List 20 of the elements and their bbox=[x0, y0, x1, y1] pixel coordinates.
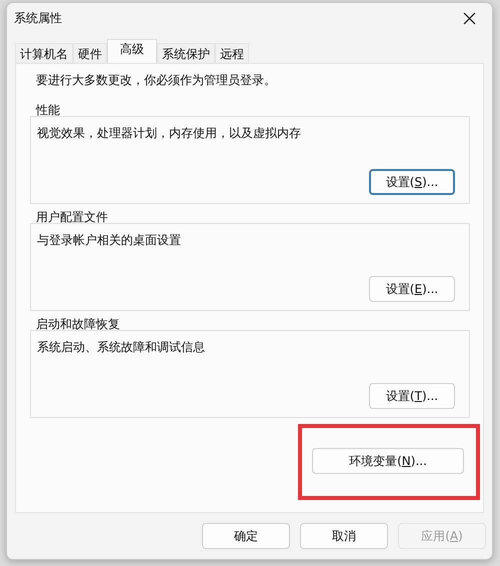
group-description: 视觉效果，处理器计划，内存使用，以及虚拟内存 bbox=[37, 125, 302, 142]
group-title: 用户配置文件 bbox=[36, 210, 109, 224]
close-icon[interactable] bbox=[463, 12, 476, 24]
settings-button[interactable]: 设置(T)... bbox=[369, 383, 455, 409]
tab[interactable]: 系统保护 bbox=[157, 43, 215, 63]
dialog-button[interactable]: 取消 bbox=[300, 523, 388, 549]
group-title: 启动和故障恢复 bbox=[36, 317, 121, 331]
tab[interactable]: 远程 bbox=[215, 43, 249, 63]
settings-button[interactable]: 设置(S)... bbox=[369, 169, 455, 195]
tab[interactable]: 高级 bbox=[107, 39, 157, 63]
group-title: 性能 bbox=[36, 103, 61, 117]
tab[interactable]: 计算机名 bbox=[15, 43, 73, 63]
group-description: 与登录帐户相关的桌面设置 bbox=[37, 232, 182, 249]
admin-notice: 要进行大多数更改，你必须作为管理员登录。 bbox=[36, 72, 277, 89]
window-title: 系统属性 bbox=[14, 10, 62, 26]
group-description: 系统启动、系统故障和调试信息 bbox=[37, 339, 206, 356]
tab[interactable]: 硬件 bbox=[73, 43, 107, 63]
dialog-button[interactable]: 确定 bbox=[202, 523, 290, 549]
environment-variables-button[interactable]: 环境变量(N)... bbox=[312, 448, 464, 474]
settings-button[interactable]: 设置(E)... bbox=[369, 276, 455, 302]
